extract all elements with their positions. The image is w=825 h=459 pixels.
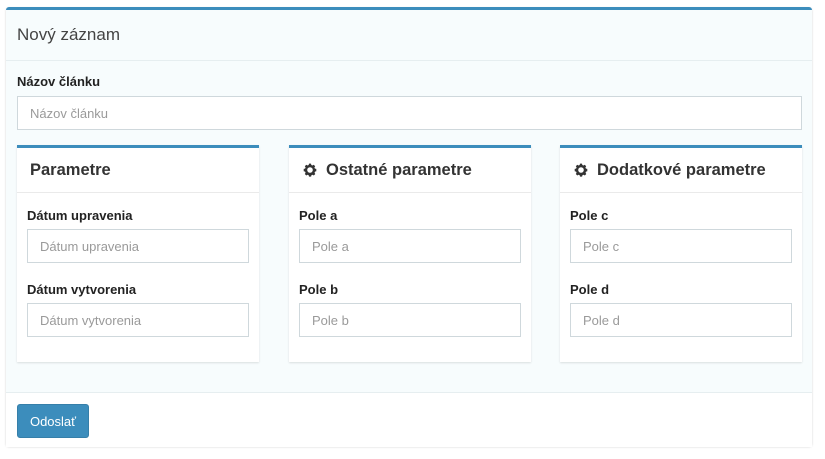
field-c-label: Pole c xyxy=(570,208,609,223)
panel-title: Parametre xyxy=(30,160,111,179)
parameters-panel: Parametre Dátum upravenia Dátum vytvoren… xyxy=(17,145,259,362)
field-d-input[interactable] xyxy=(570,303,792,337)
gear-icon xyxy=(573,162,589,178)
date-updated-label: Dátum upravenia xyxy=(27,208,133,223)
field-a-input[interactable] xyxy=(299,229,521,263)
article-name-label: Názov článku xyxy=(17,74,101,89)
panel-header: Parametre xyxy=(17,148,259,193)
panel-title: Ostatné parametre xyxy=(326,160,472,179)
card-title: Nový záznam xyxy=(6,10,812,61)
submit-button[interactable]: Odoslať xyxy=(17,404,89,438)
panel-header: Dodatkové parametre xyxy=(560,148,802,193)
other-parameters-panel: Ostatné parametre Pole a Pole b xyxy=(289,145,531,362)
date-created-input[interactable] xyxy=(27,303,249,337)
article-name-input[interactable] xyxy=(17,96,802,130)
field-b-input[interactable] xyxy=(299,303,521,337)
panel-title: Dodatkové parametre xyxy=(597,160,766,179)
field-b-label: Pole b xyxy=(299,282,339,297)
date-created-label: Dátum vytvorenia xyxy=(27,282,137,297)
additional-parameters-panel: Dodatkové parametre Pole c Pole d xyxy=(560,145,802,362)
card-footer: Odoslať xyxy=(6,392,812,447)
panel-header: Ostatné parametre xyxy=(289,148,531,193)
date-updated-input[interactable] xyxy=(27,229,249,263)
field-d-label: Pole d xyxy=(570,282,610,297)
field-a-label: Pole a xyxy=(299,208,338,223)
gear-icon xyxy=(302,162,318,178)
new-record-card: Nový záznam Názov článku Parametre Dátum… xyxy=(6,7,812,447)
field-c-input[interactable] xyxy=(570,229,792,263)
